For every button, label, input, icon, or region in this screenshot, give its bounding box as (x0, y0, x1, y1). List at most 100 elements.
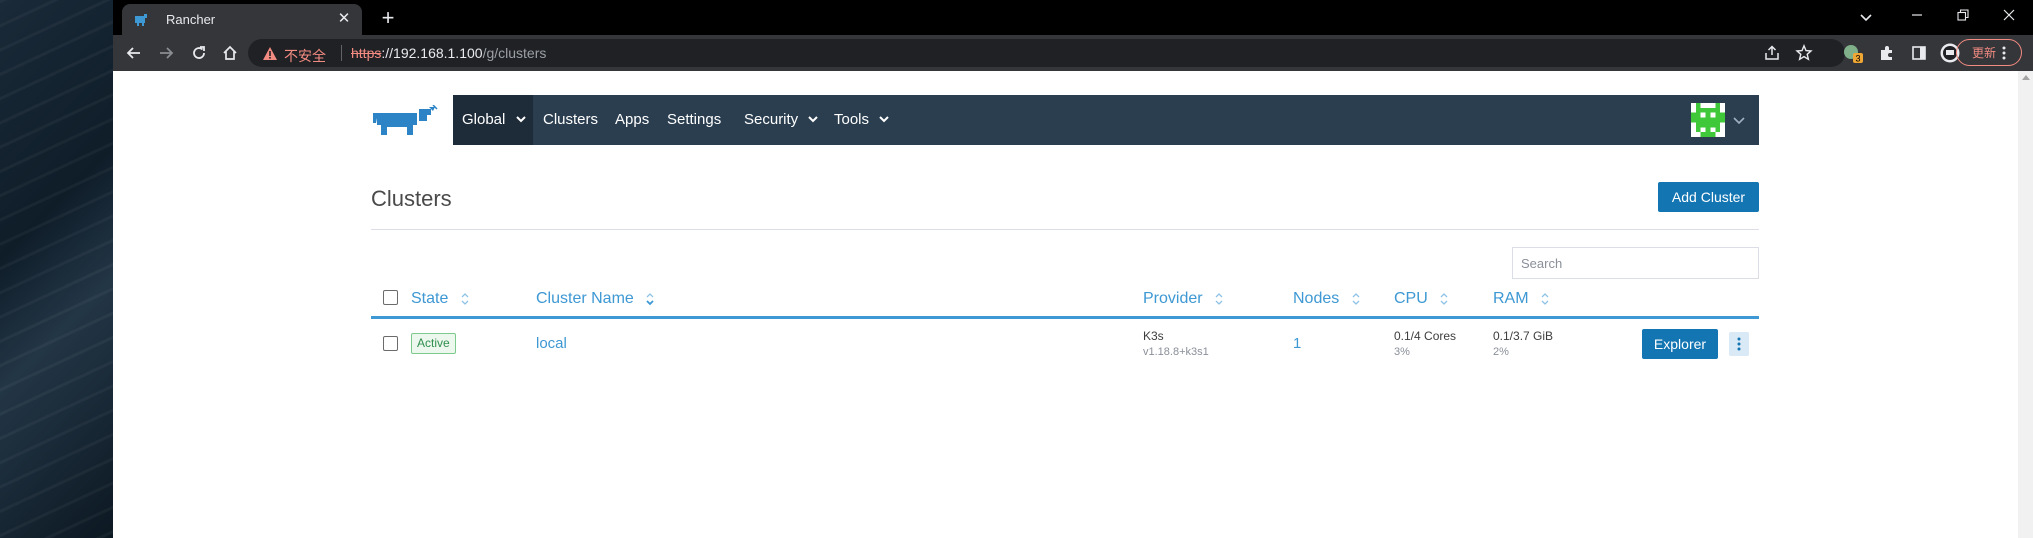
extension-button[interactable]: 3 (1841, 41, 1865, 65)
desktop-background (0, 0, 113, 538)
nav-clusters[interactable]: Clusters (543, 95, 598, 145)
home-icon (223, 45, 237, 60)
url-scheme: https (351, 45, 382, 61)
minimize-button[interactable] (1894, 0, 1940, 30)
cpu-usage: 0.1/4 Cores (1394, 329, 1457, 343)
minimize-icon (1912, 14, 1922, 16)
url-text[interactable]: https://192.168.1.100/g/clusters (351, 45, 546, 61)
sort-icon (461, 292, 469, 305)
nav-clusters-label: Clusters (543, 111, 599, 128)
url-host: ://192.168.1.100 (381, 45, 483, 61)
sort-icon (1215, 292, 1223, 305)
tab-search-chevron-icon[interactable] (1854, 6, 1878, 30)
vertical-scrollbar[interactable] (2018, 71, 2033, 538)
browser-tab[interactable]: Rancher ✕ (122, 4, 362, 35)
select-all-checkbox[interactable] (383, 290, 398, 305)
rancher-logo-icon (373, 105, 438, 135)
column-header-cpu[interactable]: CPU (1394, 290, 1448, 308)
cpu-percent: 3% (1394, 346, 1410, 358)
column-header-cpu-label: CPU (1394, 290, 1428, 307)
warning-triangle-icon (263, 47, 277, 60)
row-checkbox[interactable] (383, 336, 398, 351)
sort-descending-icon (646, 292, 654, 306)
not-secure-label[interactable]: 不安全 (284, 46, 326, 66)
new-tab-button[interactable]: + (375, 5, 401, 31)
address-bar[interactable]: 不安全 https://192.168.1.100/g/clusters (248, 39, 1845, 67)
scroll-up-arrow-icon[interactable] (2022, 75, 2030, 80)
column-header-provider-label: Provider (1143, 290, 1203, 307)
add-cluster-button[interactable]: Add Cluster (1658, 182, 1759, 212)
reload-button[interactable] (186, 40, 212, 66)
nav-apps[interactable]: Apps (615, 95, 649, 145)
column-header-nodes[interactable]: Nodes (1293, 290, 1360, 308)
provider-name: K3s (1143, 329, 1164, 343)
provider-version: v1.18.8+k3s1 (1143, 346, 1209, 358)
url-separator (341, 45, 342, 61)
forward-arrow-icon (160, 47, 174, 59)
chevron-down-icon (879, 115, 889, 122)
column-header-nodes-label: Nodes (1293, 290, 1340, 307)
puzzle-icon (1881, 46, 1892, 60)
bookmark-star-icon[interactable] (1795, 44, 1813, 62)
back-button[interactable] (121, 40, 147, 66)
nav-settings-label: Settings (667, 111, 722, 128)
explorer-button[interactable]: Explorer (1642, 329, 1718, 359)
column-header-cluster-name[interactable]: Cluster Name (536, 290, 654, 308)
sort-icon (1541, 292, 1549, 305)
table-header-divider (371, 316, 1759, 319)
nav-tools[interactable]: Tools (834, 95, 889, 145)
chevron-down-icon (515, 115, 526, 122)
close-window-button[interactable] (1986, 0, 2032, 30)
ram-percent: 2% (1493, 346, 1509, 358)
rancher-logo[interactable] (371, 95, 453, 145)
more-vertical-icon (1737, 337, 1741, 351)
search-input[interactable] (1512, 247, 1759, 279)
svg-text:3: 3 (1855, 54, 1860, 64)
cluster-name-link[interactable]: local (536, 335, 567, 352)
column-header-provider[interactable]: Provider (1143, 290, 1223, 308)
nav-security[interactable]: Security (744, 95, 819, 145)
url-path: /g/clusters (482, 45, 547, 61)
update-button[interactable]: 更新 (1956, 39, 2022, 66)
column-header-ram[interactable]: RAM (1493, 290, 1549, 308)
back-arrow-icon (126, 47, 140, 59)
more-vertical-icon (2002, 46, 2006, 59)
rancher-favicon-icon (135, 14, 147, 26)
column-header-state-label: State (411, 290, 449, 307)
user-avatar[interactable] (1691, 103, 1725, 137)
nav-security-label: Security (744, 111, 799, 128)
tab-title: Rancher (166, 12, 216, 27)
share-icon[interactable] (1763, 44, 1781, 62)
nav-global[interactable]: Global (453, 95, 533, 145)
extensions-button[interactable] (1875, 41, 1899, 65)
nav-apps-label: Apps (615, 111, 650, 128)
column-header-ram-label: RAM (1493, 290, 1529, 307)
page-title: Clusters (371, 186, 452, 211)
sort-icon (1440, 292, 1448, 305)
side-panel-icon (1912, 46, 1926, 60)
close-tab-icon[interactable]: ✕ (334, 9, 354, 29)
nodes-count-link[interactable]: 1 (1293, 335, 1301, 352)
title-divider (371, 229, 1759, 230)
close-icon (2003, 9, 2015, 21)
restore-button[interactable] (1940, 0, 1986, 30)
sort-icon (1352, 292, 1360, 305)
nav-global-label: Global (462, 111, 506, 128)
row-actions-button[interactable] (1729, 332, 1749, 356)
status-badge: Active (411, 333, 456, 354)
user-menu-chevron-icon[interactable] (1733, 115, 1745, 125)
forward-button[interactable] (153, 40, 179, 66)
rancher-page: Global Clusters Apps Settings Security T… (113, 71, 2018, 538)
ram-usage: 0.1/3.7 GiB (1493, 329, 1554, 343)
chevron-down-icon (808, 115, 819, 122)
home-button[interactable] (217, 40, 243, 66)
browser-toolbar: 不安全 https://192.168.1.100/g/clusters 3 更… (113, 35, 2033, 71)
nav-settings[interactable]: Settings (667, 95, 721, 145)
side-panel-button[interactable] (1907, 41, 1931, 65)
restore-icon (1957, 9, 1969, 21)
update-label: 更新 (1971, 46, 1996, 60)
browser-window: Rancher ✕ + 不安全 https://192.168.1.100/g/… (113, 0, 2033, 538)
column-header-state[interactable]: State (411, 290, 469, 308)
top-navigation: Global Clusters Apps Settings Security T… (371, 95, 1759, 145)
column-header-cluster-name-label: Cluster Name (536, 290, 634, 307)
